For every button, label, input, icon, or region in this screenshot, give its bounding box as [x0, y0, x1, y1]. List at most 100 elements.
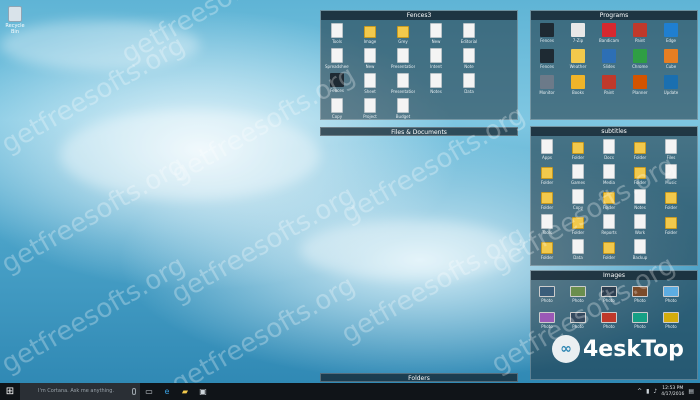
fence-item[interactable]: Apps: [535, 139, 559, 160]
fence-item[interactable]: Paint: [597, 75, 621, 95]
image-thumbnail-icon: [663, 312, 679, 323]
fence-item[interactable]: Tools: [535, 214, 559, 235]
fence-item[interactable]: Budget: [391, 98, 415, 119]
fence-item[interactable]: Folder: [535, 164, 559, 185]
fence-item[interactable]: Books: [566, 75, 590, 95]
fence-item[interactable]: 7-Zip: [566, 23, 590, 43]
fence-item[interactable]: Copy: [566, 189, 590, 210]
action-center-icon[interactable]: ▤: [688, 388, 694, 395]
fence-item[interactable]: Photo: [597, 309, 621, 329]
fence-item[interactable]: Files: [659, 139, 683, 160]
fence-item[interactable]: Folder: [628, 139, 652, 160]
fence-item[interactable]: Folder: [597, 189, 621, 210]
fence-item[interactable]: Editorial: [457, 23, 481, 44]
fence-files-documents[interactable]: Files & Documents: [320, 127, 518, 136]
fence-item[interactable]: Photo: [535, 309, 559, 329]
fence-item[interactable]: Spreadsheet: [325, 48, 349, 69]
cortana-search-box[interactable]: I'm Cortana. Ask me anything.: [20, 383, 140, 400]
fence-item[interactable]: Folder: [659, 214, 683, 235]
fence-item[interactable]: Update: [659, 75, 683, 95]
document-icon: [603, 139, 615, 154]
fence-item[interactable]: Fences: [535, 23, 559, 43]
fence-item[interactable]: Photo: [628, 283, 652, 303]
fence-item[interactable]: Docs: [597, 139, 621, 160]
fence-item-label: Weather: [569, 64, 587, 69]
volume-icon[interactable]: ♪: [653, 388, 657, 395]
fence-item[interactable]: Fences: [325, 73, 349, 94]
fence-item[interactable]: New: [424, 23, 448, 44]
fence-item[interactable]: Photo: [659, 283, 683, 303]
fence-item[interactable]: Work: [628, 214, 652, 235]
fence-item[interactable]: Folder: [535, 189, 559, 210]
fence-item[interactable]: Music: [659, 164, 683, 185]
fence-item[interactable]: Bandicam: [597, 23, 621, 43]
document-icon: [430, 48, 442, 63]
fence-item[interactable]: Monitor: [535, 75, 559, 95]
fence-item[interactable]: Fences: [535, 49, 559, 69]
app-icon: [540, 49, 554, 63]
fence-item[interactable]: Data: [457, 73, 481, 94]
fence-item[interactable]: Note: [457, 48, 481, 69]
fence-item[interactable]: Backup: [628, 239, 652, 260]
fence-programs-title[interactable]: Programs: [531, 11, 697, 20]
app-icon: [330, 73, 344, 87]
fence-item[interactable]: Copy: [325, 98, 349, 119]
fence-fences3-title[interactable]: Fences3: [321, 11, 517, 20]
fence-item[interactable]: Reports: [597, 214, 621, 235]
fence-item[interactable]: Weather: [566, 49, 590, 69]
fence-item[interactable]: Chrome: [628, 49, 652, 69]
fence-item[interactable]: Photo: [628, 309, 652, 329]
fence-item[interactable]: Data: [566, 239, 590, 260]
start-button[interactable]: ⊞: [0, 383, 20, 400]
fence-folders[interactable]: Folders: [320, 373, 518, 382]
document-icon: [331, 48, 343, 63]
fence-item[interactable]: Folder: [628, 164, 652, 185]
fence-item[interactable]: Media: [597, 164, 621, 185]
document-icon: [603, 214, 615, 229]
file-explorer-taskbar-button[interactable]: ▰: [176, 383, 194, 400]
fence-item[interactable]: Tools: [325, 23, 349, 44]
fence-item[interactable]: Photo: [566, 309, 590, 329]
network-icon[interactable]: ▮: [646, 388, 649, 395]
fence-item[interactable]: Folder: [566, 214, 590, 235]
microphone-icon[interactable]: [132, 388, 136, 395]
fence-item[interactable]: Presentation: [391, 73, 415, 94]
fence-item[interactable]: Grey: [391, 23, 415, 44]
fence-item[interactable]: Games: [566, 164, 590, 185]
fence-images-title[interactable]: Images: [531, 271, 697, 280]
fence-item[interactable]: Sheet: [358, 73, 382, 94]
fence-subtitles-title[interactable]: subtitles: [531, 127, 697, 136]
fence-item[interactable]: Edge: [659, 23, 683, 43]
fence-item[interactable]: Photo: [659, 309, 683, 329]
fence-item[interactable]: Slides: [597, 49, 621, 69]
recycle-bin-shortcut[interactable]: Recycle Bin: [4, 6, 26, 35]
clock[interactable]: 12:53 PM 4/17/2016: [661, 386, 684, 398]
store-taskbar-button[interactable]: ▣: [194, 383, 212, 400]
fence-item[interactable]: Project: [358, 98, 382, 119]
fence-images[interactable]: Images Photo Photo Photo Photo Photo Photo Pho…: [530, 270, 698, 380]
fence-item[interactable]: Folder: [535, 239, 559, 260]
fence-item[interactable]: Cube: [659, 49, 683, 69]
chevron-up-icon[interactable]: ^: [637, 388, 642, 395]
fence-item[interactable]: Image: [358, 23, 382, 44]
fence-item[interactable]: Photo: [566, 283, 590, 303]
fence-item[interactable]: Photo: [535, 283, 559, 303]
edge-taskbar-button[interactable]: e: [158, 383, 176, 400]
fence-programs[interactable]: Programs Fences 7-Zip Bandicam Paint Edge Fen…: [530, 10, 698, 120]
fence-item[interactable]: Folder: [659, 189, 683, 210]
fence-item[interactable]: Photo: [597, 283, 621, 303]
fence-item[interactable]: Intent: [424, 48, 448, 69]
fence-item[interactable]: New: [358, 48, 382, 69]
fence-item[interactable]: Paint: [628, 23, 652, 43]
fence-item[interactable]: Planner: [628, 75, 652, 95]
fence-item-label: Fences: [540, 64, 554, 69]
fence-item[interactable]: Folder: [566, 139, 590, 160]
fence-item[interactable]: Notes: [424, 73, 448, 94]
document-icon: [572, 189, 584, 204]
fence-item[interactable]: Notes: [628, 189, 652, 210]
task-view-button[interactable]: ▭: [140, 383, 158, 400]
fence-item[interactable]: Folder: [597, 239, 621, 260]
fence-fences3[interactable]: Fences3 Tools Image Grey New Editorial Spread…: [320, 10, 518, 120]
fence-item[interactable]: Presentation: [391, 48, 415, 69]
fence-subtitles[interactable]: subtitles Apps Folder Docs Folder Files Folde…: [530, 126, 698, 266]
